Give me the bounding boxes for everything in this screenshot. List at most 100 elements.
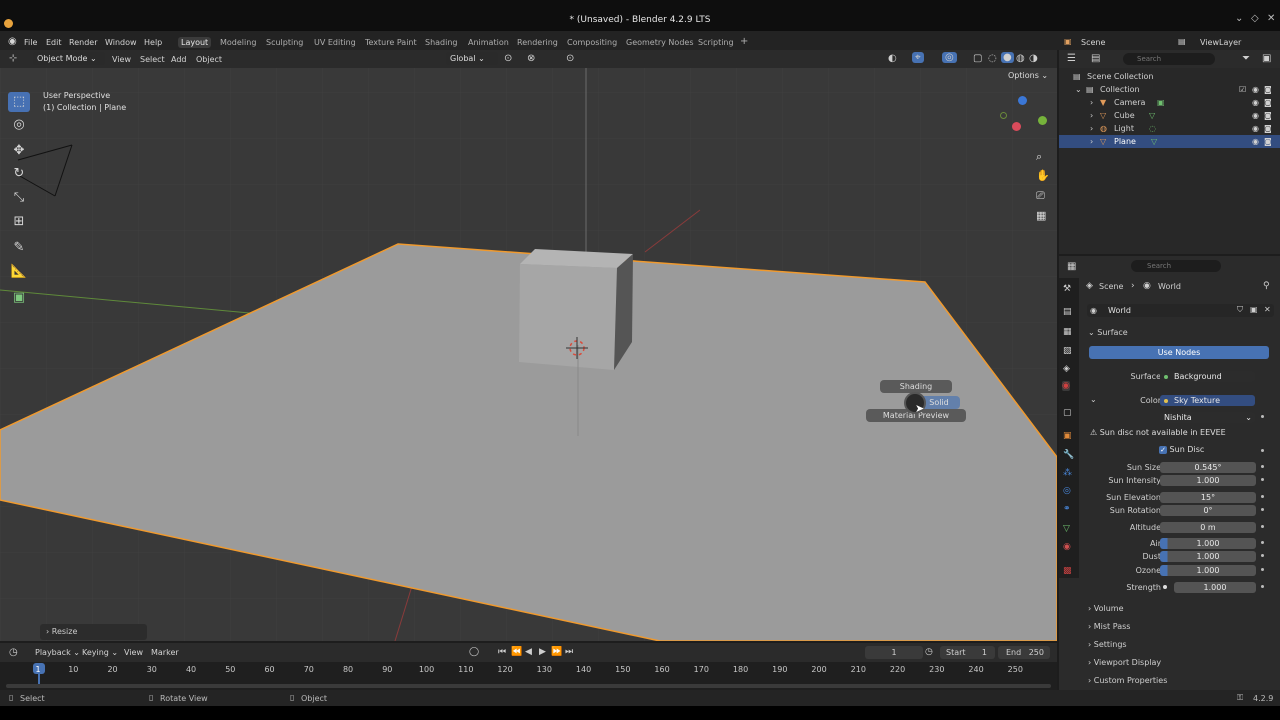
camera-restrict-icon[interactable]: ◙	[1264, 124, 1272, 133]
transform-orientation-dropdown[interactable]: Global ⌄	[446, 52, 498, 65]
add-workspace-button[interactable]: +	[740, 36, 748, 47]
close-icon[interactable]: ✕	[1267, 13, 1275, 24]
outliner-item-plane[interactable]: › ▽ Plane ▽ ◉ ◙	[1059, 135, 1280, 148]
current-frame-field[interactable]: 1	[865, 646, 923, 659]
filter-icon[interactable]: ⏷	[1242, 53, 1250, 64]
scale-tool[interactable]: ⤡	[8, 188, 30, 208]
expand-icon[interactable]: ›	[1090, 111, 1093, 120]
duplicate-icon[interactable]: ▣	[1250, 305, 1258, 314]
tab-sculpting[interactable]: Sculpting	[266, 38, 303, 47]
shading-pie-menu[interactable]: Shading Material Preview Solid ➤	[860, 380, 970, 426]
volume-section[interactable]: › Volume	[1088, 604, 1124, 613]
snap-icon[interactable]: ⊗	[527, 53, 535, 64]
3d-viewport[interactable]: User Perspective (1) Collection | Plane …	[0, 68, 1057, 641]
scene-selector[interactable]: Scene	[1081, 38, 1105, 47]
neg-x-axis-icon[interactable]	[1000, 112, 1007, 119]
eye-icon[interactable]: ◉	[1252, 111, 1259, 120]
strength-field[interactable]: 1.000	[1174, 582, 1256, 593]
animate-dot-icon[interactable]	[1261, 508, 1264, 511]
outliner-search-input[interactable]: Search	[1123, 53, 1215, 65]
x-axis-icon[interactable]	[1012, 122, 1021, 131]
animate-dot-icon[interactable]	[1261, 495, 1264, 498]
preview-range-icon[interactable]: ◷	[925, 647, 933, 657]
mist-pass-section[interactable]: › Mist Pass	[1088, 622, 1130, 631]
tab-compositing[interactable]: Compositing	[567, 38, 617, 47]
material-tab-icon[interactable]: ◉	[1063, 542, 1071, 552]
viewport-menu-add[interactable]: Add	[171, 55, 187, 64]
outliner-editor-icon[interactable]: ☰	[1067, 53, 1076, 64]
jump-end-icon[interactable]: ⏭	[565, 647, 573, 657]
dust-slider[interactable]: 1.000	[1160, 551, 1256, 562]
gizmo-toggle-icon[interactable]: ⌖	[912, 52, 924, 63]
annotate-tool[interactable]: ✎	[8, 238, 30, 258]
fake-user-icon[interactable]: ⛉	[1237, 305, 1243, 315]
view-layer-selector[interactable]: ViewLayer	[1200, 38, 1241, 47]
view-layer-icon[interactable]: ▤	[1178, 37, 1186, 46]
measure-tool[interactable]: 📐	[8, 262, 30, 282]
display-mode-icon[interactable]: ▤	[1091, 53, 1100, 64]
playback-menu[interactable]: Playback ⌄	[35, 648, 80, 657]
tab-geometry-nodes[interactable]: Geometry Nodes	[626, 38, 693, 47]
animate-dot-icon[interactable]	[1261, 525, 1264, 528]
scene-icon[interactable]: ▣	[1064, 37, 1072, 46]
animate-dot-icon[interactable]	[1261, 478, 1264, 481]
animate-dot-icon[interactable]	[1261, 541, 1264, 544]
properties-search-input[interactable]: Search	[1131, 260, 1221, 272]
viewport-menu-view[interactable]: View	[112, 55, 131, 64]
sky-type-dropdown[interactable]: Nishita ⌄	[1160, 412, 1255, 423]
color-node-field[interactable]: Sky Texture	[1160, 395, 1255, 406]
ozone-slider[interactable]: 1.000	[1160, 565, 1256, 576]
output-tab-icon[interactable]: ▦	[1063, 327, 1072, 337]
material-preview-icon[interactable]: ◍	[1016, 53, 1025, 64]
outliner-item-light[interactable]: › ◍ Light ◌ ◉ ◙	[1059, 122, 1280, 135]
modifier-tab-icon[interactable]: 🔧	[1063, 450, 1074, 460]
sun-rotation-field[interactable]: 0°	[1160, 505, 1256, 516]
outliner-collection[interactable]: ⌄ ▤ Collection ☑ ◉ ◙	[1059, 83, 1280, 96]
viewport-menu-object[interactable]: Object	[196, 55, 222, 64]
sun-size-field[interactable]: 0.545°	[1160, 462, 1256, 473]
record-icon[interactable]: ◯	[469, 647, 479, 657]
jump-start-icon[interactable]: ⏮	[498, 647, 506, 657]
tab-shading[interactable]: Shading	[425, 38, 458, 47]
tab-rendering[interactable]: Rendering	[517, 38, 558, 47]
outliner-item-cube[interactable]: › ▽ Cube ▽ ◉ ◙	[1059, 109, 1280, 122]
tab-layout[interactable]: Layout	[178, 37, 212, 48]
outliner-item-camera[interactable]: › ▼ Camera ▣ ◉ ◙	[1059, 96, 1280, 109]
eye-icon[interactable]: ◉	[1252, 98, 1259, 107]
camera-restrict-icon[interactable]: ◙	[1264, 111, 1272, 120]
play-reverse-icon[interactable]: ◀	[525, 647, 532, 657]
tool-tab-icon[interactable]: ⚒	[1063, 284, 1071, 294]
sun-intensity-field[interactable]: 1.000	[1160, 475, 1256, 486]
object-mode-dropdown[interactable]: Object Mode ⌄	[33, 52, 105, 65]
cursor-tool[interactable]: ◎	[8, 115, 30, 135]
viewport-display-section[interactable]: › Viewport Display	[1088, 658, 1161, 667]
properties-editor-icon[interactable]: ▦	[1067, 261, 1076, 272]
animate-dot-icon[interactable]	[1261, 465, 1264, 468]
timeline-view-menu[interactable]: View	[124, 648, 143, 657]
camera-restrict-icon[interactable]: ◙	[1264, 137, 1272, 146]
socket-dot-icon[interactable]	[1163, 585, 1167, 589]
settings-section[interactable]: › Settings	[1088, 640, 1127, 649]
end-frame-field[interactable]: End 250	[998, 646, 1050, 659]
blender-menu-icon[interactable]: ◉	[8, 36, 17, 47]
expand-icon[interactable]: ›	[1090, 124, 1093, 133]
tab-texture-paint[interactable]: Texture Paint	[365, 38, 417, 47]
select-box-tool[interactable]: ⬚	[8, 92, 30, 112]
timeline-scrollbar[interactable]	[6, 684, 1051, 688]
eye-icon[interactable]: ◉	[1252, 137, 1259, 146]
air-slider[interactable]: 1.000	[1160, 538, 1256, 549]
camera-view-icon[interactable]: ⎚	[1036, 189, 1045, 203]
visibility-icon[interactable]: ◐	[888, 53, 897, 64]
start-frame-field[interactable]: Start 1	[940, 646, 995, 659]
animate-dot-icon[interactable]	[1261, 415, 1264, 418]
resize-last-operator-panel[interactable]: › Resize	[40, 624, 147, 640]
proportional-edit-icon[interactable]: ⊙	[566, 53, 574, 64]
constraints-tab-icon[interactable]: ⚭	[1063, 504, 1071, 514]
view-layer-tab-icon[interactable]: ▧	[1063, 346, 1072, 356]
object-tab-icon[interactable]: ▣	[1063, 431, 1072, 441]
minimize-icon[interactable]: ⌄	[1235, 13, 1243, 24]
solid-shading-icon[interactable]: ●	[1001, 52, 1014, 63]
pan-hand-icon[interactable]: ✋	[1036, 169, 1050, 182]
camera-restrict-icon[interactable]: ◙	[1264, 85, 1272, 94]
wireframe-shading-icon[interactable]: ◌	[988, 53, 997, 64]
